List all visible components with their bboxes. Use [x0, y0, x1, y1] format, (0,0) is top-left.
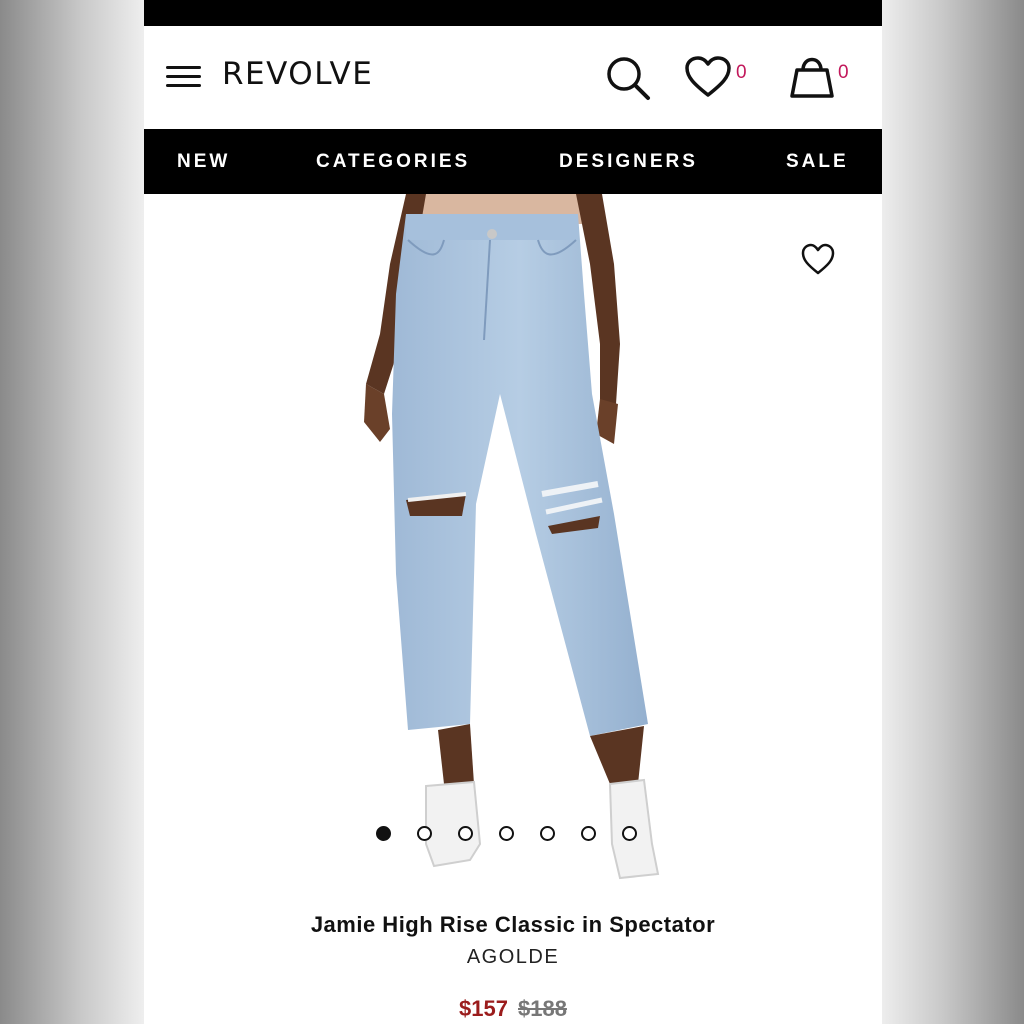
heart-icon[interactable]	[684, 56, 732, 98]
nav-sale[interactable]: SALE	[786, 151, 849, 173]
image-dot[interactable]	[622, 826, 637, 841]
image-dot[interactable]	[376, 826, 391, 841]
product-title: Jamie High Rise Classic in Spectator	[310, 912, 716, 937]
header: REVOLVE 0 0	[144, 26, 882, 129]
favorite-heart-icon[interactable]	[800, 242, 836, 276]
sale-price: $157	[459, 996, 508, 1021]
nav-designers[interactable]: DESIGNERS	[559, 151, 698, 173]
search-icon[interactable]	[604, 54, 652, 102]
menu-icon[interactable]	[166, 66, 202, 88]
original-price: $188	[518, 996, 567, 1021]
image-dot[interactable]	[417, 826, 432, 841]
wishlist-count: 0	[736, 62, 747, 83]
shopping-bag-icon[interactable]	[789, 52, 835, 100]
logo[interactable]: REVOLVE	[222, 56, 373, 92]
bag-count: 0	[838, 62, 849, 83]
product-brand[interactable]: AGOLDE	[144, 946, 882, 969]
image-dot[interactable]	[540, 826, 555, 841]
product-image[interactable]	[144, 194, 882, 894]
image-dot[interactable]	[581, 826, 596, 841]
image-dot[interactable]	[458, 826, 473, 841]
image-dot[interactable]	[499, 826, 514, 841]
nav-categories[interactable]: CATEGORIES	[316, 151, 470, 173]
main-nav: NEW CATEGORIES DESIGNERS SALE	[144, 129, 882, 194]
nav-new[interactable]: NEW	[177, 151, 230, 173]
status-bar	[144, 0, 882, 26]
phone-screen: REVOLVE 0 0 NEW CATEGORIES DESIGNERS SAL…	[144, 0, 882, 1024]
product-price: $157 $188	[144, 996, 882, 1022]
